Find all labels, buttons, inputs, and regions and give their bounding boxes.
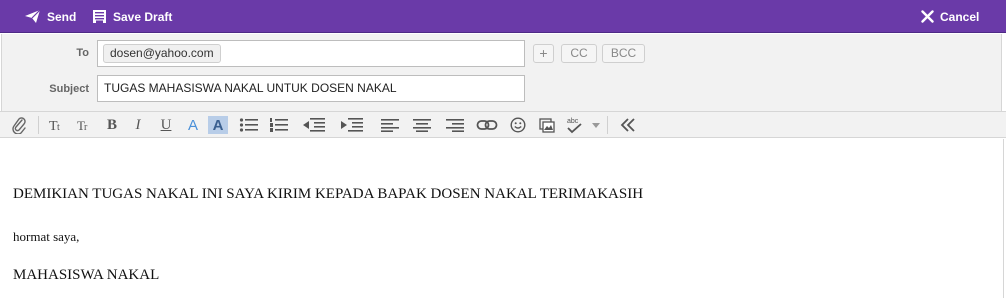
compose-action-bar: Send Save Draft Cancel: [0, 0, 1006, 33]
font-size-icon[interactable]: T t: [46, 112, 70, 138]
italic-icon[interactable]: I: [126, 112, 150, 138]
save-draft-button[interactable]: Save Draft: [92, 0, 172, 33]
numbered-list-icon[interactable]: [267, 112, 291, 138]
recipient-chip[interactable]: dosen@yahoo.com: [103, 44, 221, 63]
cancel-label: Cancel: [940, 9, 980, 24]
svg-text:t: t: [57, 122, 60, 132]
toolbar-divider: [38, 116, 39, 134]
outdent-icon[interactable]: [300, 112, 328, 138]
send-icon: [25, 9, 41, 23]
send-label: Send: [47, 9, 77, 24]
spell-check-icon[interactable]: abc: [563, 112, 591, 138]
subject-field[interactable]: TUGAS MAHASISWA NAKAL UNTUK DOSEN NAKAL: [97, 75, 525, 102]
body-line: MAHASISWA NAKAL: [13, 267, 160, 283]
insert-image-icon[interactable]: [535, 112, 559, 138]
bold-icon[interactable]: B: [100, 112, 124, 138]
close-icon: [921, 10, 934, 23]
emoticon-icon[interactable]: [506, 112, 530, 138]
spell-check-glyph: abc: [567, 118, 579, 125]
body-line: DEMIKIAN TUGAS NAKAL INI SAYA KIRIM KEPA…: [13, 186, 644, 202]
attach-icon[interactable]: [7, 112, 31, 138]
to-label: To: [76, 47, 89, 59]
underline-icon[interactable]: U: [154, 112, 178, 138]
cc-button[interactable]: CC: [561, 44, 597, 63]
svg-text:r: r: [84, 122, 88, 132]
save-draft-icon: [93, 10, 106, 23]
send-button[interactable]: Send: [24, 0, 76, 33]
align-right-icon[interactable]: [443, 112, 467, 138]
add-recipient-button[interactable]: +: [533, 44, 554, 63]
bullet-list-icon[interactable]: [237, 112, 261, 138]
to-field[interactable]: dosen@yahoo.com: [97, 40, 525, 67]
subject-label: Subject: [49, 83, 89, 95]
highlight-color-icon[interactable]: A: [208, 116, 228, 134]
indent-icon[interactable]: [338, 112, 366, 138]
link-icon[interactable]: [475, 112, 499, 138]
text-color-icon[interactable]: A: [181, 112, 205, 138]
align-left-icon[interactable]: [378, 112, 402, 138]
collapse-toolbar-icon[interactable]: [616, 112, 640, 138]
save-draft-label: Save Draft: [113, 9, 173, 24]
body-line: hormat saya,: [13, 229, 80, 244]
formatting-toolbar: T t T r B I U A A abc: [0, 111, 1006, 138]
compose-header: To dosen@yahoo.com + CC BCC Subject TUGA…: [1, 34, 1002, 111]
toolbar-divider: [607, 116, 608, 134]
cancel-button[interactable]: Cancel: [921, 0, 979, 33]
message-body-editor[interactable]: DEMIKIAN TUGAS NAKAL INI SAYA KIRIM KEPA…: [0, 139, 1004, 298]
font-face-icon[interactable]: T r: [73, 112, 97, 138]
align-center-icon[interactable]: [410, 112, 434, 138]
chevron-down-icon[interactable]: [589, 112, 603, 138]
bcc-button[interactable]: BCC: [602, 44, 645, 63]
